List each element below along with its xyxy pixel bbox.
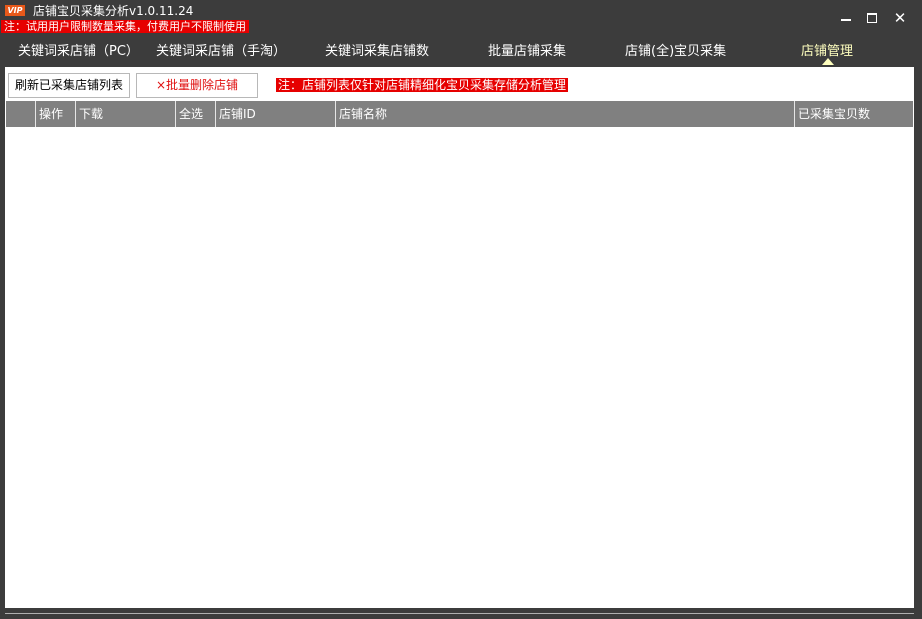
window-edge xyxy=(914,40,922,615)
maximize-icon xyxy=(867,13,877,23)
trial-notice: 注：试用用户限制数量采集，付费用户不限制使用 xyxy=(1,20,249,33)
column-header-shop-name: 店铺名称 xyxy=(335,101,794,127)
table-body xyxy=(6,127,913,607)
shop-list-note: 注：店铺列表仅针对店铺精细化宝贝采集存储分析管理 xyxy=(276,78,569,92)
refresh-shop-list-button[interactable]: 刷新已采集店铺列表 xyxy=(8,73,130,98)
close-icon: ✕ xyxy=(893,9,907,27)
tab-keyword-shop-count[interactable]: 关键词采集店铺数 xyxy=(325,40,429,59)
close-button[interactable]: ✕ xyxy=(892,9,908,27)
column-header-download: 下载 xyxy=(75,101,175,127)
tab-shop-all-items[interactable]: 店铺(全)宝贝采集 xyxy=(625,40,726,59)
minimize-button[interactable] xyxy=(838,10,854,26)
app-title: 店铺宝贝采集分析v1.0.11.24 xyxy=(33,4,194,18)
column-header-select-all[interactable]: 全选 xyxy=(175,101,215,127)
main-panel: 刷新已采集店铺列表 ×批量删除店铺 注：店铺列表仅针对店铺精细化宝贝采集存储分析… xyxy=(5,67,914,608)
batch-delete-shops-button[interactable]: ×批量删除店铺 xyxy=(136,73,258,98)
active-tab-indicator xyxy=(822,58,834,65)
minimize-icon xyxy=(841,19,851,21)
vip-logo: VIP xyxy=(5,5,25,16)
tab-batch-shop[interactable]: 批量店铺采集 xyxy=(488,40,566,59)
tab-shop-management[interactable]: 店铺管理 xyxy=(801,40,853,59)
column-header-shop-id: 店铺ID xyxy=(215,101,335,127)
panel-bottom-line xyxy=(5,613,914,614)
maximize-button[interactable] xyxy=(864,10,880,26)
table-header: 操作 下载 全选 店铺ID 店铺名称 已采集宝贝数 xyxy=(6,101,913,127)
tab-keyword-shop-pc[interactable]: 关键词采店铺（PC） xyxy=(18,40,139,59)
title-bar: VIP 店铺宝贝采集分析v1.0.11.24 xyxy=(0,0,922,20)
column-header-collected-count: 已采集宝贝数 xyxy=(794,101,913,127)
column-header-index xyxy=(6,101,35,127)
tab-keyword-shop-mobile[interactable]: 关键词采店铺（手淘） xyxy=(156,40,286,59)
tab-bar: 关键词采店铺（PC） 关键词采店铺（手淘） 关键词采集店铺数 批量店铺采集 店铺… xyxy=(0,38,922,66)
column-header-action: 操作 xyxy=(35,101,75,127)
